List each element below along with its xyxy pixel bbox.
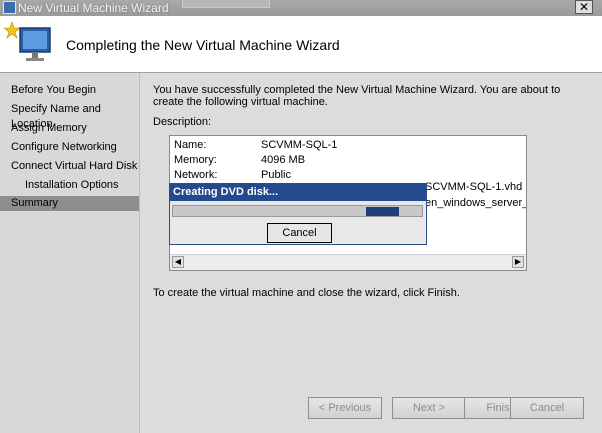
summary-panel: You have successfully completed the New … [140,73,602,433]
background-tab [182,0,270,8]
sidebar-item-configure-networking[interactable]: Configure Networking [0,140,139,155]
progress-bar-fill [366,207,399,216]
finish-instruction: To create the virtual machine and close … [153,287,460,299]
horizontal-scrollbar[interactable]: ◀ ▶ [170,254,526,270]
dialog-cancel-button[interactable]: Cancel [267,223,332,243]
virtual-machine-icon [4,21,51,61]
scroll-left-icon[interactable]: ◀ [172,256,184,268]
progress-dialog-title: Creating DVD disk... [170,184,426,201]
previous-button[interactable]: < Previous [308,397,382,419]
description-label: Description: [153,116,212,128]
iso-path-text: en_windows_server_200 [425,197,527,209]
close-button[interactable]: ✕ [575,0,593,14]
intro-text: You have successfully completed the New … [153,84,561,108]
wizard-header: Completing the New Virtual Machine Wizar… [0,16,602,73]
close-icon: ✕ [578,0,590,14]
sidebar-item-specify-name[interactable]: Specify Name and Location [0,102,139,130]
vhd-path-text: SCVMM-SQL-1.vhd [425,181,523,193]
sidebar-item-connect-vhd[interactable]: Connect Virtual Hard Disk [0,159,139,174]
wizard-steps: Before You Begin Specify Name and Locati… [0,73,140,433]
next-button[interactable]: Next > [392,397,466,419]
cancel-button[interactable]: Cancel [510,397,584,419]
progress-bar [172,205,423,217]
window-icon [3,1,16,14]
sidebar-item-assign-memory[interactable]: Assign Memory [0,121,139,136]
sidebar-item-before-you-begin[interactable]: Before You Begin [0,83,139,98]
title-bar: New Virtual Machine Wizard ✕ [0,0,602,16]
sidebar-item-summary[interactable]: Summary [0,196,139,211]
page-title: Completing the New Virtual Machine Wizar… [66,37,340,53]
scroll-right-icon[interactable]: ▶ [512,256,524,268]
window-title: New Virtual Machine Wizard [18,1,169,15]
sidebar-item-installation-options[interactable]: Installation Options [0,178,139,193]
progress-dialog: Creating DVD disk... Cancel [169,183,427,245]
